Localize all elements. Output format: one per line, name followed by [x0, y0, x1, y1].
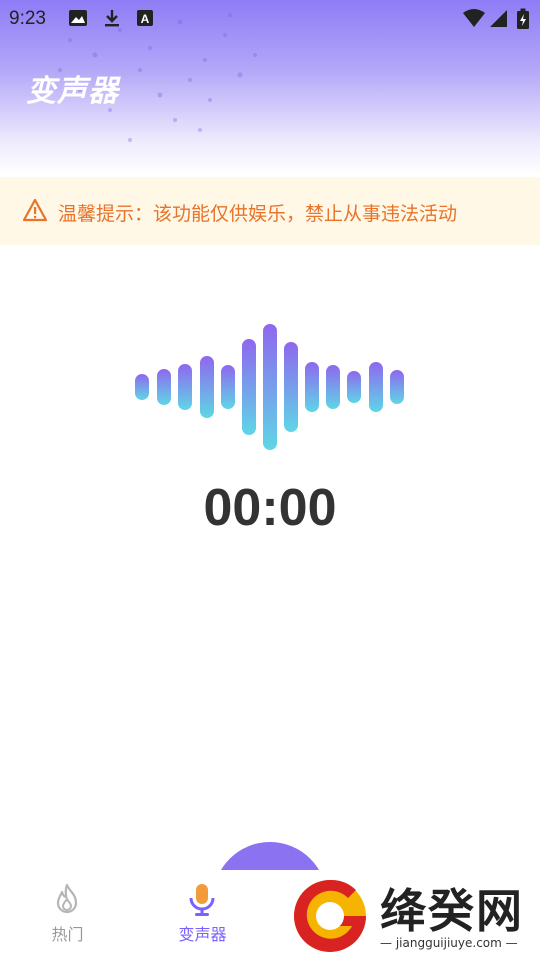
battery-charging-icon [517, 8, 529, 29]
watermark: 绛癸网 — jiangguijiuye.com — [290, 870, 540, 960]
tab-voice-changer-label: 变声器 [178, 925, 227, 944]
watermark-brand: 绛癸网 [380, 884, 524, 938]
download-icon [105, 10, 119, 27]
status-time: 9:23 [9, 8, 46, 29]
audio-waveform [135, 324, 404, 450]
page-title: 变声器 [26, 74, 119, 109]
warning-icon [22, 198, 48, 222]
wifi-icon [463, 9, 485, 27]
notice-text: 温馨提示：该功能仅供娱乐，禁止从事违法活动 [58, 203, 458, 225]
recording-timer: 00:00 [203, 479, 337, 537]
watermark-url-text: jiangguijiuye.com [395, 936, 502, 950]
signal-icon [490, 10, 507, 27]
microphone-icon [189, 884, 215, 916]
image-icon [69, 10, 87, 26]
svg-text:A: A [141, 12, 150, 26]
watermark-logo [294, 879, 366, 952]
keyboard-a-icon: A [137, 10, 153, 26]
tab-hot-label: 热门 [51, 925, 84, 944]
status-bar: 9:23 A [0, 0, 540, 36]
watermark-url: — jiangguijiuye.com — [380, 936, 518, 950]
flame-icon [56, 883, 78, 914]
